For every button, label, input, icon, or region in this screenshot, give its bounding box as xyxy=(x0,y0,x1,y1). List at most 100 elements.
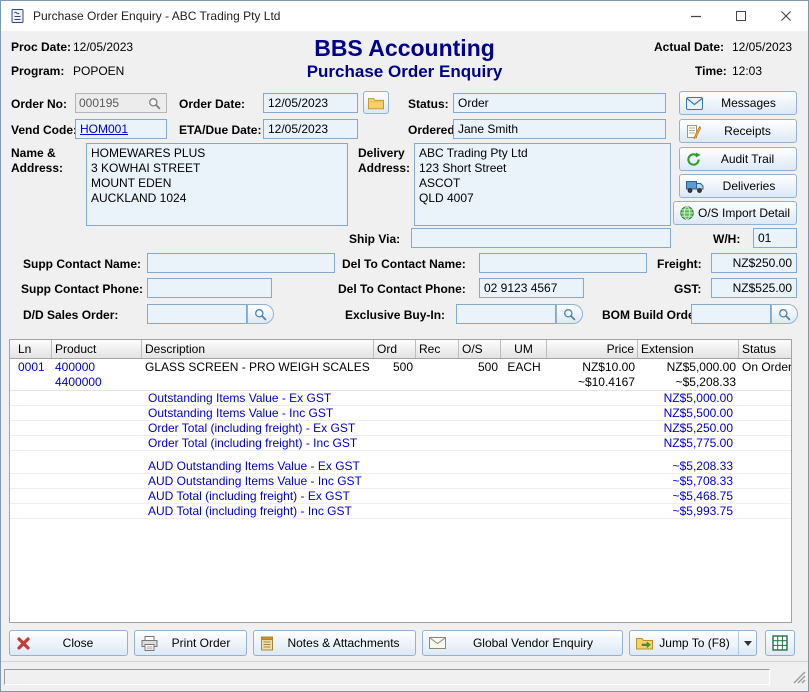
table-row[interactable]: 0001 400000 4400000 GLASS SCREEN - PRO W… xyxy=(10,359,791,391)
line-unit-of-measure: EACH xyxy=(501,360,547,390)
eta-due-date-field[interactable]: 12/05/2023 xyxy=(263,119,358,139)
total-value: NZ$5,000.00 xyxy=(587,391,737,405)
delivery-address-box[interactable]: ABC Trading Pty Ltd 123 Short Street ASC… xyxy=(414,143,671,226)
window-title: Purchase Order Enquiry - ABC Trading Pty… xyxy=(33,9,280,23)
app-window: Purchase Order Enquiry - ABC Trading Pty… xyxy=(0,0,809,692)
column-header-rec: Rec xyxy=(416,340,459,358)
gst-field[interactable]: NZ$525.00 xyxy=(711,278,797,298)
order-no-label: Order No: xyxy=(11,97,67,112)
exclusive-buy-in-search-button[interactable] xyxy=(556,304,583,324)
dd-sales-order-field[interactable] xyxy=(147,304,247,324)
jump-to-button-label: Jump To (F8) xyxy=(655,636,734,650)
total-row: Order Total (including freight) - Inc GS… xyxy=(10,436,791,451)
excel-export-button[interactable] xyxy=(765,630,795,656)
order-no-field[interactable]: 000195 xyxy=(75,93,167,113)
vend-code-label: Vend Code: xyxy=(11,123,77,138)
notes-icon xyxy=(260,636,274,651)
totals-gap xyxy=(10,451,791,459)
vend-code-link[interactable]: HOM001 xyxy=(80,122,128,136)
column-header-status: Status xyxy=(739,340,791,358)
notes-attachments-button[interactable]: Notes & Attachments xyxy=(253,630,416,656)
global-vendor-enquiry-button[interactable]: Global Vendor Enquiry xyxy=(422,630,623,656)
status-field[interactable]: Order xyxy=(453,93,666,113)
vendor-enquiry-letter-icon xyxy=(429,637,446,649)
time-value: 12:03 xyxy=(732,64,762,79)
audit-trail-button-label: Audit Trail xyxy=(703,152,792,166)
maximize-button[interactable] xyxy=(718,1,763,31)
titlebar[interactable]: Purchase Order Enquiry - ABC Trading Pty… xyxy=(1,1,808,31)
total-value: ~$5,708.33 xyxy=(587,474,737,488)
jump-to-button[interactable]: Jump To (F8) xyxy=(629,630,739,656)
minimize-button[interactable] xyxy=(673,1,718,31)
deliveries-button[interactable]: Deliveries xyxy=(679,174,797,198)
warehouse-field[interactable]: 01 xyxy=(753,228,797,248)
search-icon xyxy=(778,308,791,321)
del-to-contact-phone-label: Del To Contact Phone: xyxy=(338,282,466,297)
total-row: AUD Total (including freight) - Ex GST ~… xyxy=(10,489,791,504)
window-close-button[interactable] xyxy=(763,1,808,31)
total-row: AUD Outstanding Items Value - Inc GST ~$… xyxy=(10,474,791,489)
notes-attachments-button-label: Notes & Attachments xyxy=(276,636,411,650)
total-value: NZ$5,775.00 xyxy=(587,436,737,450)
del-to-contact-name-field[interactable] xyxy=(479,253,647,273)
deliveries-button-label: Deliveries xyxy=(706,179,792,193)
freight-label: Freight: xyxy=(657,257,702,272)
order-no-search-icon[interactable] xyxy=(148,97,161,110)
ordered-by-field[interactable]: Jane Smith xyxy=(453,119,666,139)
eta-due-date-label: ETA/Due Date: xyxy=(179,123,261,138)
print-order-button-label: Print Order xyxy=(160,636,242,650)
vend-code-field[interactable]: HOM001 xyxy=(75,119,167,139)
total-label: Order Total (including freight) - Ex GST xyxy=(142,421,587,435)
line-table-body: 0001 400000 4400000 GLASS SCREEN - PRO W… xyxy=(9,359,792,623)
status-bar-panel xyxy=(4,669,770,685)
receipts-button[interactable]: Receipts xyxy=(679,119,797,143)
search-icon xyxy=(563,308,576,321)
total-label: AUD Outstanding Items Value - Ex GST xyxy=(142,459,587,473)
close-button[interactable]: Close xyxy=(9,630,128,656)
total-label: AUD Outstanding Items Value - Inc GST xyxy=(142,474,587,488)
column-header-um: UM xyxy=(501,340,547,358)
freight-field[interactable]: NZ$250.00 xyxy=(711,253,797,273)
maximize-icon xyxy=(736,11,746,21)
audit-trail-button[interactable]: Audit Trail xyxy=(679,147,797,171)
supp-contact-phone-field[interactable] xyxy=(147,278,272,298)
os-import-detail-button-label: O/S Import Detail xyxy=(696,206,792,220)
app-icon xyxy=(10,8,26,24)
product-code-1: 400000 xyxy=(55,360,139,375)
bom-build-order-field[interactable] xyxy=(691,304,771,324)
name-address-box[interactable]: HOMEWARES PLUS 3 KOWHAI STREET MOUNT EDE… xyxy=(86,143,348,226)
total-row: AUD Outstanding Items Value - Ex GST ~$5… xyxy=(10,459,791,474)
os-import-globe-icon xyxy=(680,206,694,220)
jump-to-dropdown-button[interactable] xyxy=(738,630,757,656)
total-label: AUD Total (including freight) - Inc GST xyxy=(142,504,587,518)
print-order-button[interactable]: Print Order xyxy=(134,630,247,656)
total-row: Outstanding Items Value - Inc GST NZ$5,5… xyxy=(10,406,791,421)
close-red-icon xyxy=(16,636,31,651)
messages-icon xyxy=(686,97,703,110)
minimize-icon xyxy=(691,11,701,21)
app-title: BBS Accounting xyxy=(314,35,495,62)
dd-sales-order-search-button[interactable] xyxy=(247,304,274,324)
supp-contact-name-field[interactable] xyxy=(147,253,335,273)
delivery-address-label: Delivery Address: xyxy=(358,146,410,176)
deliveries-icon xyxy=(686,180,704,193)
total-label: AUD Total (including freight) - Ex GST xyxy=(142,489,587,503)
ship-via-field[interactable] xyxy=(411,228,671,248)
column-header-description: Description xyxy=(142,340,374,358)
del-to-contact-name-label: Del To Contact Name: xyxy=(342,257,466,272)
messages-button[interactable]: Messages xyxy=(679,91,797,115)
order-date-field[interactable]: 12/05/2023 xyxy=(263,93,358,113)
ship-via-label: Ship Via: xyxy=(349,232,400,247)
chevron-down-icon xyxy=(744,641,752,646)
del-to-contact-phone-field[interactable]: 02 9123 4567 xyxy=(479,278,584,298)
total-value: ~$5,993.75 xyxy=(587,504,737,518)
screen-title: Purchase Order Enquiry xyxy=(307,62,503,82)
audit-trail-icon xyxy=(686,152,701,167)
program-value: POPOEN xyxy=(73,64,124,79)
proc-date-value: 12/05/2023 xyxy=(73,40,133,55)
exclusive-buy-in-field[interactable] xyxy=(456,304,556,324)
order-date-folder-button[interactable] xyxy=(363,91,389,114)
bom-build-order-search-button[interactable] xyxy=(771,304,798,324)
os-import-detail-button[interactable]: O/S Import Detail xyxy=(673,201,797,225)
resize-grip[interactable] xyxy=(793,671,806,689)
